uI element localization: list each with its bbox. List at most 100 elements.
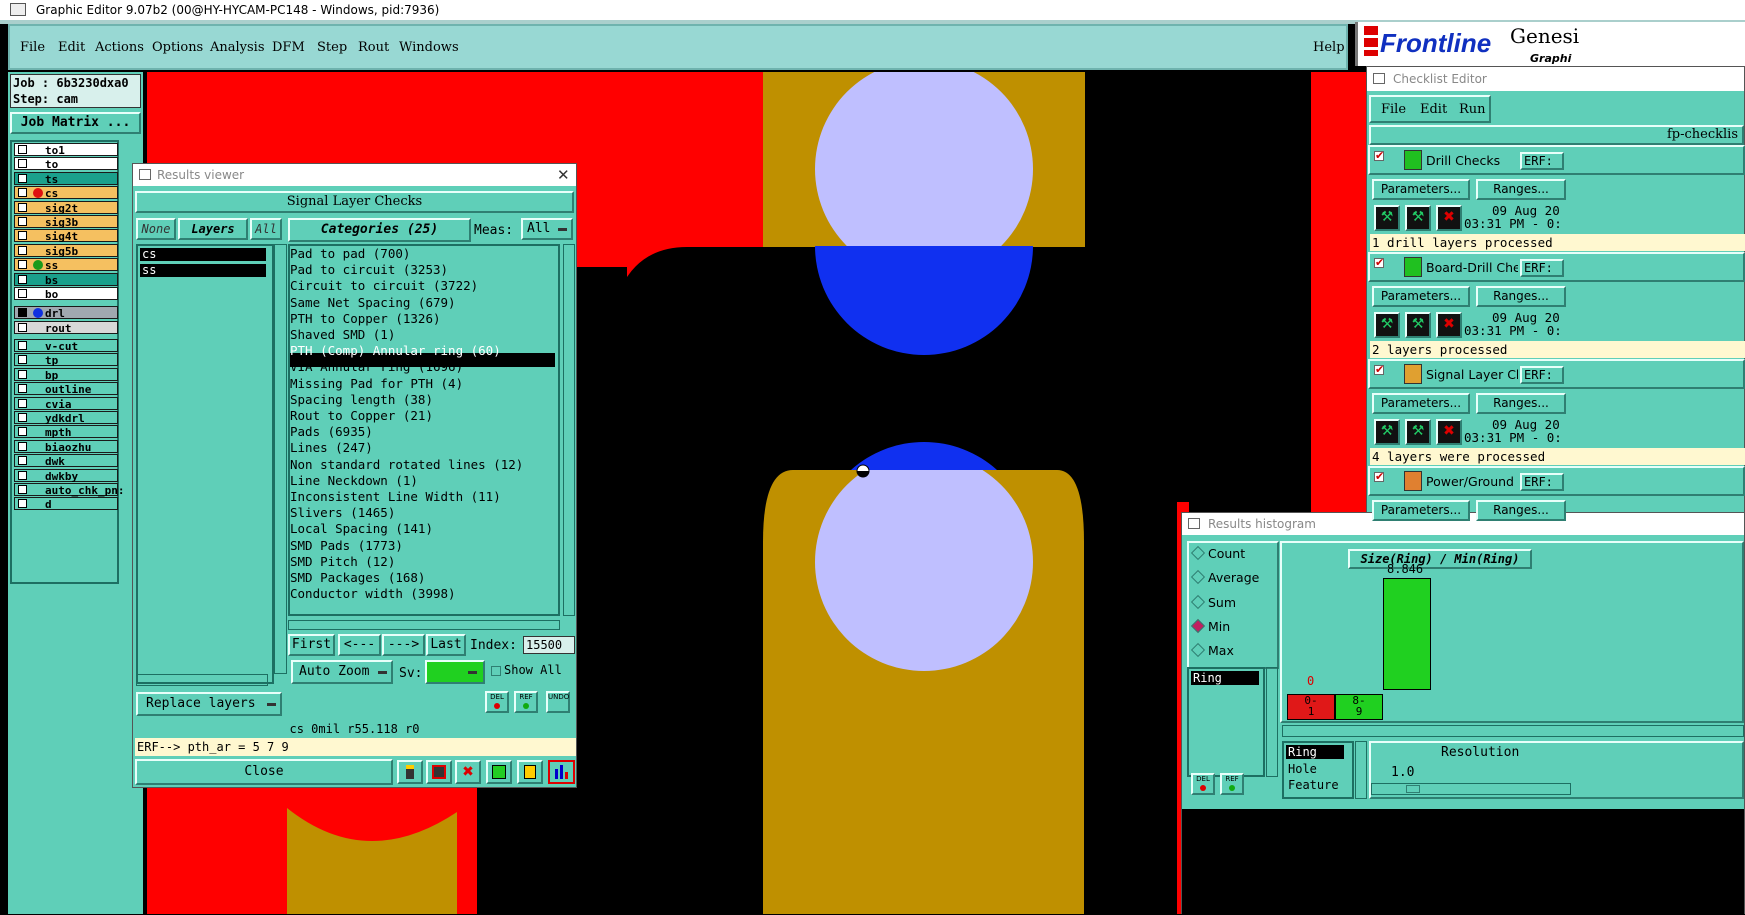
- layer-checkbox[interactable]: [18, 322, 27, 332]
- category-item[interactable]: SMD Pitch (12): [290, 554, 395, 570]
- layer-checkbox[interactable]: [18, 159, 27, 169]
- layer-checkbox[interactable]: [18, 308, 27, 317]
- menu-actions[interactable]: Actions: [95, 40, 144, 55]
- layer-checkbox[interactable]: [18, 369, 27, 379]
- layer-row-sig4t[interactable]: sig4t: [14, 229, 118, 243]
- menu-step[interactable]: Step: [317, 40, 347, 55]
- layer-checkbox[interactable]: [18, 145, 27, 154]
- layer-row-ydkdrl[interactable]: ydkdrl: [14, 411, 118, 425]
- layer-checkbox[interactable]: [18, 398, 27, 408]
- parameters-button[interactable]: Parameters...: [1372, 500, 1470, 521]
- layer-checkbox[interactable]: [18, 245, 27, 255]
- last-button[interactable]: Last: [426, 634, 466, 656]
- layer-row-bs[interactable]: bs: [14, 272, 118, 287]
- layer-checkbox[interactable]: [18, 499, 27, 509]
- list-item[interactable]: ss: [140, 264, 266, 277]
- layer-checkbox[interactable]: [18, 260, 27, 270]
- list-item[interactable]: cs: [140, 248, 266, 261]
- run-icon[interactable]: ⚒: [1374, 205, 1400, 231]
- layer-checkbox[interactable]: [18, 202, 27, 212]
- menu-file[interactable]: File: [20, 40, 45, 55]
- list-item[interactable]: Ring: [1191, 671, 1259, 685]
- sort-icon[interactable]: [486, 760, 512, 784]
- category-item[interactable]: SMD Packages (168): [290, 570, 425, 586]
- layer-row-vcut[interactable]: v-cut: [14, 339, 118, 353]
- close-icon[interactable]: ✕: [557, 164, 570, 186]
- layer-checkbox[interactable]: [18, 289, 27, 298]
- layer-row-ss[interactable]: ss: [14, 258, 118, 272]
- category-item[interactable]: Pad to pad (700): [290, 246, 410, 262]
- menu-edit[interactable]: Edit: [58, 40, 85, 55]
- ranges-button[interactable]: Ranges...: [1476, 179, 1566, 200]
- menu-dfm[interactable]: DFM: [272, 40, 305, 55]
- layer-row-autochkpn[interactable]: auto_chk_pn:: [14, 483, 124, 497]
- axis-list-scrollbar[interactable]: [1355, 741, 1367, 799]
- layer-checkbox[interactable]: [18, 173, 27, 183]
- category-item[interactable]: Missing Pad for PTH (4): [290, 376, 463, 392]
- layer-checkbox[interactable]: [18, 485, 27, 494]
- layers-button[interactable]: Layers: [178, 218, 248, 240]
- replace-layers-select[interactable]: Replace layers: [136, 692, 282, 716]
- next-button[interactable]: --->: [382, 634, 425, 656]
- category-scrollbar[interactable]: [563, 244, 575, 616]
- menu-help[interactable]: Help: [1313, 40, 1345, 55]
- layer-row-dwk[interactable]: dwk: [14, 454, 118, 468]
- show-all-checkbox[interactable]: [491, 666, 501, 676]
- show-icon[interactable]: ⚒: [1405, 205, 1431, 231]
- layer-checkbox[interactable]: [18, 188, 27, 198]
- layer-row-sig3b[interactable]: sig3b: [14, 215, 118, 229]
- auto-zoom-select[interactable]: Auto Zoom: [291, 660, 393, 684]
- layer-row-ts[interactable]: ts: [14, 171, 118, 186]
- layer-list-scrollbar[interactable]: [274, 244, 287, 674]
- category-item[interactable]: Shaved SMD (1): [290, 327, 395, 343]
- first-button[interactable]: First: [288, 634, 335, 656]
- none-button[interactable]: None: [136, 218, 176, 240]
- layer-row-mpth[interactable]: mpth: [14, 425, 118, 439]
- layer-checkbox[interactable]: [18, 355, 27, 365]
- stop-icon[interactable]: ✖: [1436, 205, 1462, 231]
- index-input[interactable]: 15500: [523, 636, 575, 654]
- prev-button[interactable]: <---: [338, 634, 381, 656]
- erf-button[interactable]: ERF:: [1520, 366, 1564, 384]
- ranges-button[interactable]: Ranges...: [1476, 500, 1566, 521]
- category-item[interactable]: Non standard rotated lines (12): [290, 457, 523, 473]
- show-icon[interactable]: ⚒: [1405, 419, 1431, 445]
- checklist-menu-run[interactable]: Run: [1459, 102, 1486, 117]
- layer-checkbox[interactable]: [18, 456, 27, 466]
- layer-checkbox[interactable]: [18, 341, 27, 350]
- category-item[interactable]: Same Net Spacing (679): [290, 295, 456, 311]
- clear-icon[interactable]: ✖: [455, 760, 481, 784]
- ranges-button[interactable]: Ranges...: [1476, 286, 1566, 307]
- layer-checkbox[interactable]: [18, 384, 27, 394]
- checklist-menu-file[interactable]: File: [1381, 102, 1406, 117]
- slider-thumb[interactable]: [1406, 785, 1420, 793]
- histogram-hscrollbar[interactable]: [1282, 725, 1744, 737]
- list-item[interactable]: Ring: [1286, 745, 1344, 759]
- layer-row-rout[interactable]: rout: [14, 320, 118, 335]
- resolution-slider[interactable]: [1371, 783, 1571, 795]
- layer-row-dwkby[interactable]: dwkby: [14, 468, 118, 483]
- check-enabled-checkbox[interactable]: ✔: [1374, 257, 1384, 268]
- category-hscrollbar[interactable]: [288, 620, 560, 630]
- all-button[interactable]: All: [250, 218, 282, 240]
- stop-icon[interactable]: ✖: [1436, 312, 1462, 338]
- list-item[interactable]: Hole: [1288, 762, 1317, 776]
- layer-checkbox[interactable]: [18, 470, 27, 480]
- parameters-button[interactable]: Parameters...: [1372, 393, 1470, 414]
- del-icon[interactable]: DEL: [485, 691, 509, 713]
- histogram-bar[interactable]: [1383, 578, 1431, 690]
- job-matrix-button[interactable]: Job Matrix ...: [10, 112, 141, 134]
- category-item[interactable]: VIA Annular ring (1696): [290, 359, 463, 375]
- layer-row-cs[interactable]: cs: [14, 186, 118, 200]
- layer-checkbox[interactable]: [18, 427, 27, 437]
- layer-row-cvia[interactable]: cvia: [14, 396, 118, 411]
- run-icon[interactable]: ⚒: [1374, 419, 1400, 445]
- category-item[interactable]: Inconsistent Line Width (11): [290, 489, 501, 505]
- layer-row-bo[interactable]: bo: [14, 287, 118, 301]
- category-item[interactable]: Local Spacing (141): [290, 521, 433, 537]
- histogram-list-scrollbar[interactable]: [1266, 667, 1278, 777]
- notes-icon[interactable]: [517, 760, 543, 784]
- layer-row-to[interactable]: to: [14, 157, 118, 171]
- close-button[interactable]: Close: [135, 759, 393, 785]
- layer-row-tp[interactable]: tp: [14, 353, 118, 367]
